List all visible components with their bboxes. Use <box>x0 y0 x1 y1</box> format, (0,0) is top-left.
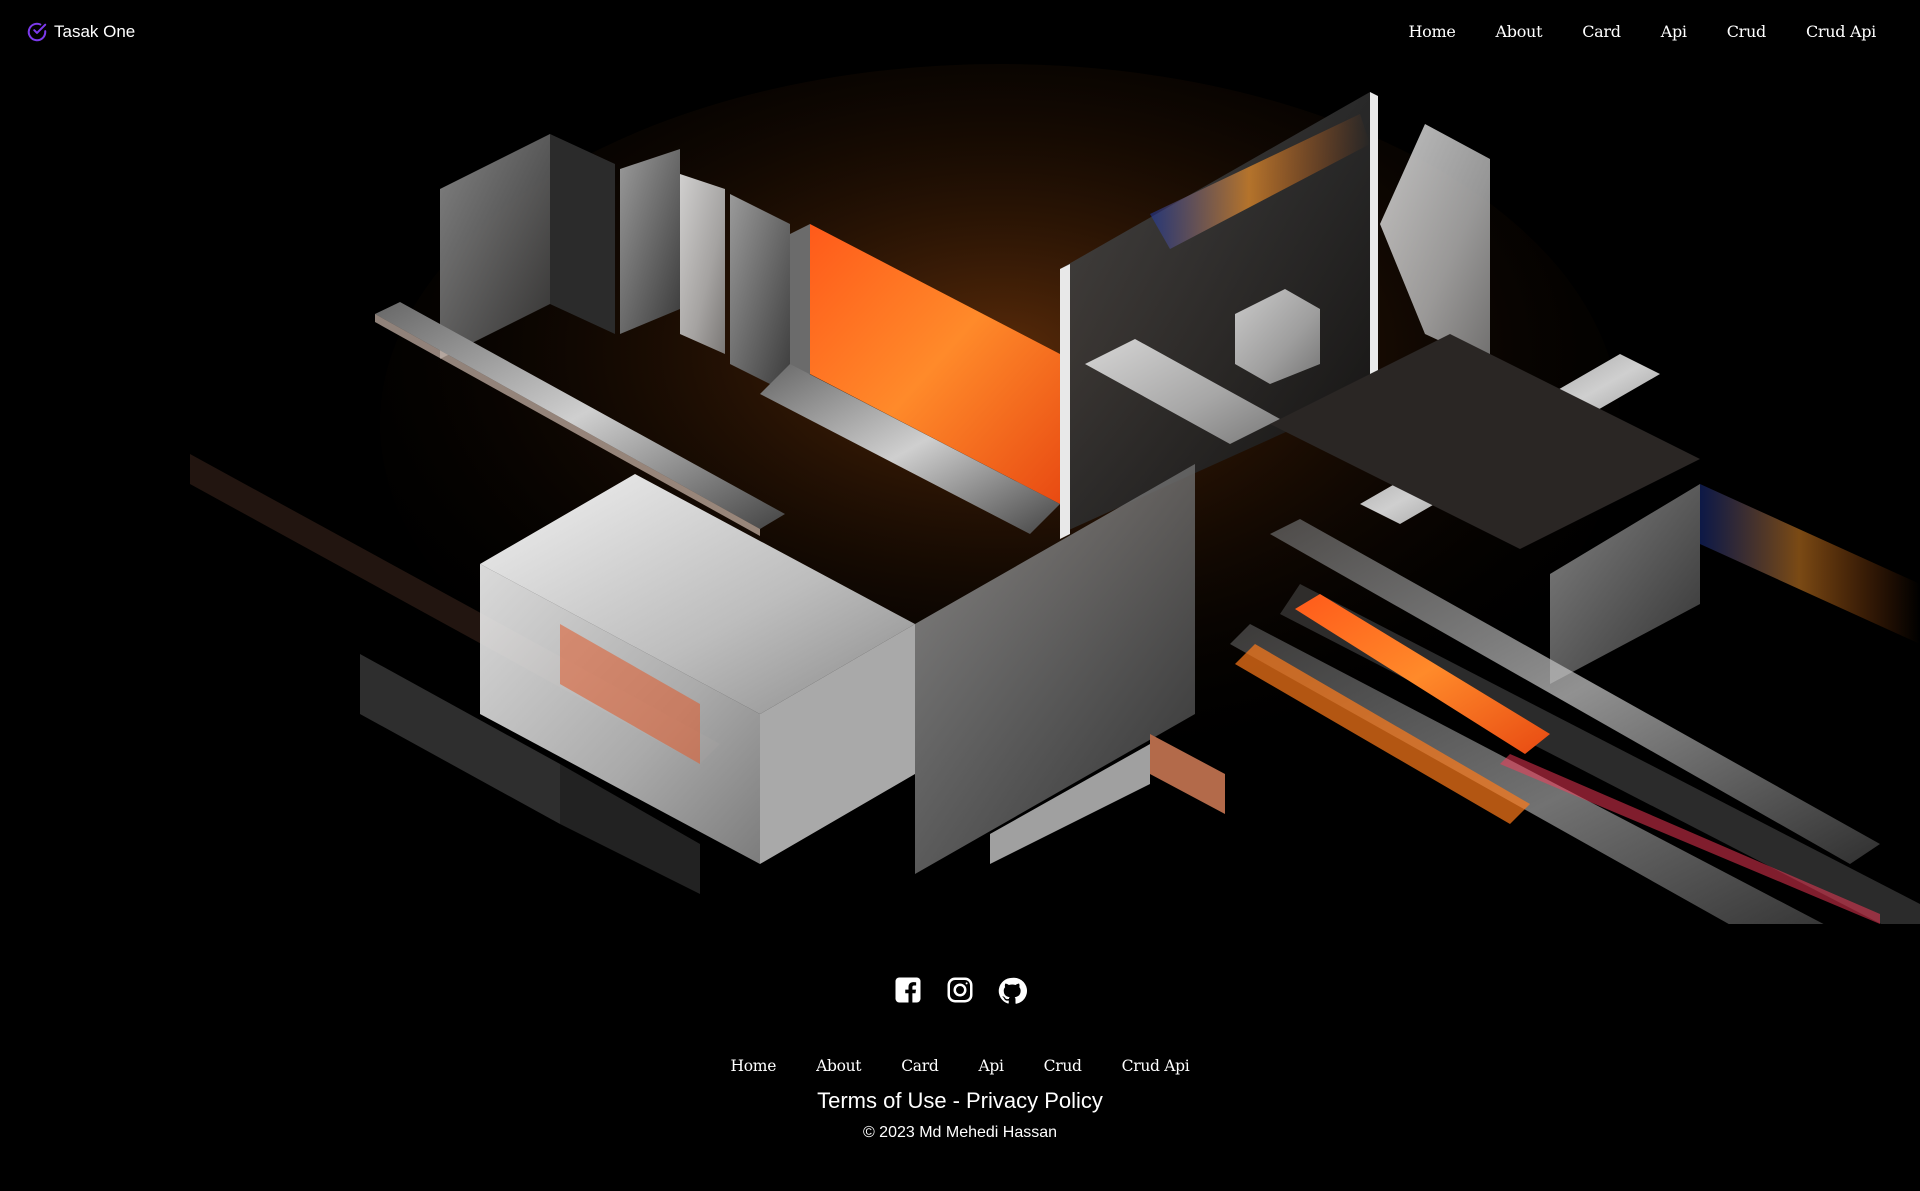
facebook-icon[interactable] <box>893 975 923 1005</box>
brand-name: Tasak One <box>54 22 136 41</box>
footer-link-card[interactable]: Card <box>901 1057 939 1075</box>
legal-separator: - <box>952 1088 960 1113</box>
nav-link-home[interactable]: Home <box>1409 22 1456 41</box>
footer-link-crud[interactable]: Crud <box>1044 1057 1082 1075</box>
legal-links: Terms of Use - Privacy Policy <box>817 1088 1103 1114</box>
main-nav: Home About Card Api Crud Crud Api <box>1409 22 1877 42</box>
brand-link[interactable]: Tasak One <box>26 21 135 43</box>
hero-abstract-image <box>0 64 1920 924</box>
footer-link-crud-api[interactable]: Crud Api <box>1122 1057 1190 1075</box>
check-circle-icon <box>26 21 48 43</box>
nav-link-crud-api[interactable]: Crud Api <box>1806 22 1876 41</box>
navbar: Tasak One Home About Card Api Crud Crud … <box>0 0 1920 64</box>
footer-nav: Home About Card Api Crud Crud Api <box>731 1057 1190 1076</box>
copyright-text: © 2023 Md Mehedi Hassan <box>862 1124 1058 1141</box>
nav-link-api[interactable]: Api <box>1661 22 1687 41</box>
social-links <box>893 965 1027 1015</box>
privacy-link[interactable]: Privacy Policy <box>966 1088 1103 1114</box>
footer-link-about[interactable]: About <box>816 1057 861 1075</box>
footer-link-home[interactable]: Home <box>731 1057 777 1075</box>
footer: Home About Card Api Crud Crud Api Terms … <box>0 965 1920 1142</box>
page: Tasak One Home About Card Api Crud Crud … <box>0 0 1920 1191</box>
nav-link-about[interactable]: About <box>1496 22 1543 41</box>
hero-banner <box>0 64 1920 924</box>
instagram-icon[interactable] <box>945 975 975 1005</box>
nav-link-crud[interactable]: Crud <box>1727 22 1767 41</box>
github-icon[interactable] <box>997 975 1027 1005</box>
footer-link-api[interactable]: Api <box>978 1057 1003 1075</box>
nav-link-card[interactable]: Card <box>1582 22 1621 41</box>
terms-link[interactable]: Terms of Use <box>817 1088 947 1114</box>
